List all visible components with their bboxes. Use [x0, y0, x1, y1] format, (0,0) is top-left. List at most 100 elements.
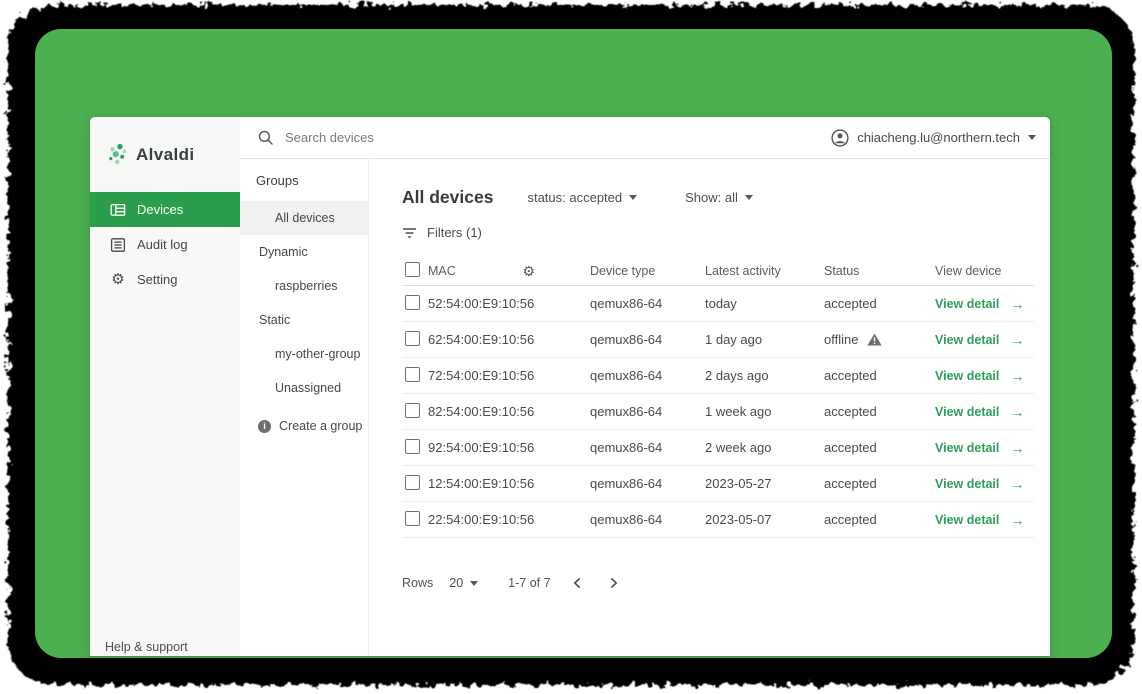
pagination-next-button[interactable] — [601, 570, 627, 596]
sidebar-item-label: Setting — [137, 272, 178, 287]
account-menu[interactable]: chiacheng.lu@northern.tech — [831, 128, 1036, 147]
arrow-right-icon — [1010, 332, 1024, 348]
status-text: accepted — [824, 476, 877, 491]
gear-icon: ⚙ — [111, 271, 125, 288]
device-mac: 82:54:00:E9:10:56 — [428, 404, 535, 419]
table-row[interactable]: 52:54:00:E9:10:56 qemux86-64 today accep… — [402, 286, 1034, 322]
row-checkbox[interactable] — [405, 438, 420, 454]
row-checkbox[interactable] — [405, 402, 420, 418]
table-header-row: MAC ⚙ Device type Latest activity Status… — [402, 257, 1034, 286]
pagination: Rows 20 1-7 of 7 — [402, 568, 1034, 598]
table-row[interactable]: 12:54:00:E9:10:56 qemux86-64 2023-05-27 … — [402, 466, 1034, 502]
device-type: qemux86-64 — [590, 440, 663, 455]
view-detail-label: View detail — [935, 476, 1000, 491]
device-mac: 52:54:00:E9:10:56 — [428, 296, 535, 311]
group-item-my-other-group[interactable]: my-other-group — [240, 337, 368, 371]
column-header-latest-activity[interactable]: Latest activity — [705, 264, 824, 278]
device-mac: 62:54:00:E9:10:56 — [428, 332, 535, 347]
view-detail-link[interactable]: View detail — [935, 440, 1034, 456]
chevron-down-icon — [629, 194, 638, 200]
show-filter-label: Show: all — [685, 189, 738, 205]
device-type: qemux86-64 — [590, 296, 663, 311]
arrow-right-icon — [1010, 368, 1024, 384]
group-item-raspberries[interactable]: raspberries — [240, 269, 368, 303]
table-row[interactable]: 62:54:00:E9:10:56 qemux86-64 1 day ago o… — [402, 322, 1034, 358]
view-detail-link[interactable]: View detail — [935, 404, 1034, 420]
arrow-right-icon — [1010, 404, 1024, 420]
account-email: chiacheng.lu@northern.tech — [857, 130, 1020, 145]
view-detail-label: View detail — [935, 512, 1000, 527]
rows-per-page-dropdown[interactable]: 20 — [449, 576, 479, 590]
view-detail-link[interactable]: View detail — [935, 332, 1034, 348]
account-icon — [831, 128, 849, 147]
table-row[interactable]: 92:54:00:E9:10:56 qemux86-64 2 week ago … — [402, 430, 1034, 466]
group-item-all-devices[interactable]: All devices — [240, 201, 368, 235]
table-row[interactable]: 72:54:00:E9:10:56 qemux86-64 2 days ago … — [402, 358, 1034, 394]
device-mac: 12:54:00:E9:10:56 — [428, 476, 535, 491]
sidebar: Alvaldi Devices Audit log ⚙ Setting Help… — [90, 117, 240, 656]
latest-activity: 2023-05-27 — [705, 476, 772, 491]
device-type: qemux86-64 — [590, 404, 663, 419]
column-header-view-device: View device — [935, 264, 1002, 278]
row-checkbox[interactable] — [405, 474, 420, 490]
row-checkbox[interactable] — [405, 294, 420, 310]
show-filter-dropdown[interactable]: Show: all — [685, 190, 753, 205]
view-detail-label: View detail — [935, 440, 1000, 455]
table-row[interactable]: 82:54:00:E9:10:56 qemux86-64 1 week ago … — [402, 394, 1034, 430]
pagination-range: 1-7 of 7 — [508, 576, 551, 590]
warning-icon — [867, 333, 883, 346]
view-detail-link[interactable]: View detail — [935, 296, 1034, 312]
view-detail-label: View detail — [935, 296, 1000, 311]
status-text: accepted — [824, 296, 877, 311]
status-text: accepted — [824, 440, 877, 455]
column-header-device-type[interactable]: Device type — [590, 264, 705, 278]
device-mac: 22:54:00:E9:10:56 — [428, 512, 535, 527]
view-detail-link[interactable]: View detail — [935, 476, 1034, 492]
arrow-right-icon — [1010, 476, 1024, 492]
sidebar-item-audit-log[interactable]: Audit log — [90, 227, 240, 262]
groups-panel: Groups All devices Dynamic raspberries S… — [240, 159, 369, 656]
status-text: accepted — [824, 404, 877, 419]
view-detail-link[interactable]: View detail — [935, 368, 1034, 384]
column-header-mac[interactable]: MAC — [428, 264, 456, 278]
column-header-status[interactable]: Status — [824, 264, 935, 278]
create-group-button[interactable]: i Create a group — [240, 419, 368, 433]
page-title: All devices — [402, 186, 494, 207]
filters-toggle[interactable]: Filters (1) — [402, 222, 1034, 243]
pagination-prev-button[interactable] — [565, 570, 591, 596]
view-detail-link[interactable]: View detail — [935, 512, 1034, 528]
view-detail-label: View detail — [935, 368, 1000, 383]
group-item-unassigned[interactable]: Unassigned — [240, 371, 368, 405]
sidebar-item-label: Audit log — [137, 237, 188, 252]
status-filter-label: status: accepted — [527, 189, 623, 205]
row-checkbox[interactable] — [405, 366, 420, 382]
table-settings-gear-icon[interactable]: ⚙ — [522, 264, 535, 278]
latest-activity: 2 week ago — [705, 440, 772, 455]
group-section-static: Static — [259, 313, 291, 327]
status-text: accepted — [824, 512, 877, 527]
select-all-checkbox[interactable] — [405, 262, 420, 277]
chevron-left-icon — [573, 577, 581, 589]
groups-title: Groups — [256, 173, 299, 188]
device-status: offline — [824, 332, 935, 347]
row-checkbox[interactable] — [405, 330, 420, 346]
status-filter-dropdown[interactable]: status: accepted — [527, 189, 638, 205]
latest-activity: 2023-05-07 — [705, 512, 772, 527]
create-group-label: Create a group — [279, 419, 363, 433]
help-support-link[interactable]: Help & support — [90, 640, 240, 656]
search-box[interactable] — [258, 129, 831, 146]
table-row[interactable]: 22:54:00:E9:10:56 qemux86-64 2023-05-07 … — [402, 502, 1034, 538]
sidebar-item-setting[interactable]: ⚙ Setting — [90, 262, 240, 297]
status-text: offline — [824, 332, 859, 347]
audit-log-icon — [110, 237, 126, 253]
device-type: qemux86-64 — [590, 512, 663, 527]
sidebar-item-devices[interactable]: Devices — [90, 192, 240, 227]
content: Groups All devices Dynamic raspberries S… — [240, 159, 1050, 656]
latest-activity: 1 day ago — [705, 332, 763, 347]
app-window: Alvaldi Devices Audit log ⚙ Setting Help… — [90, 117, 1050, 656]
rows-label: Rows — [402, 576, 434, 590]
row-checkbox[interactable] — [405, 510, 420, 526]
arrow-right-icon — [1010, 512, 1024, 528]
devices-main: All devices status: accepted Show: all F… — [369, 159, 1050, 656]
search-input[interactable] — [283, 129, 607, 146]
